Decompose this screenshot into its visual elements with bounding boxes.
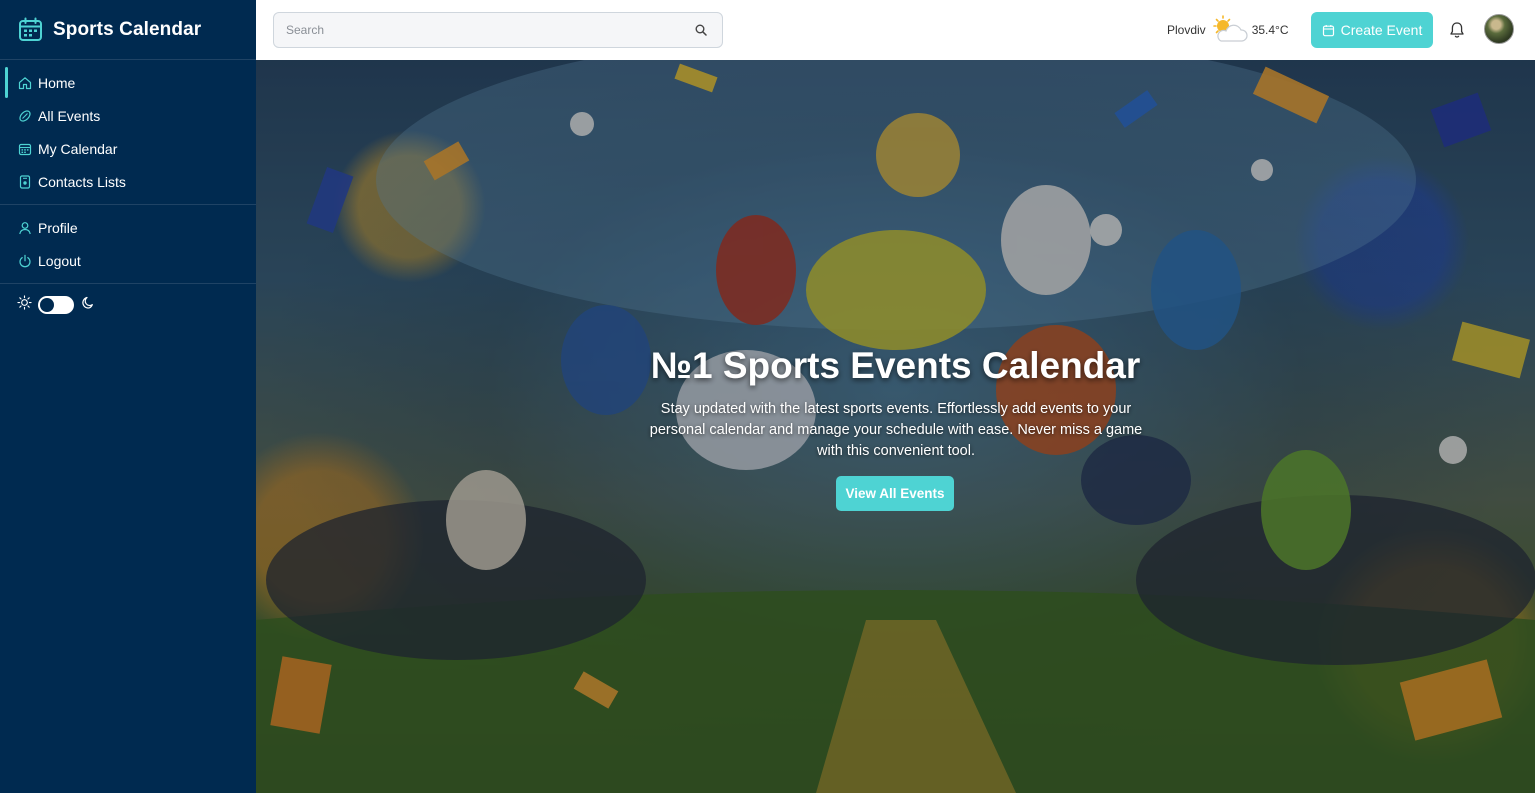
sidebar-item-label: My Calendar bbox=[38, 140, 118, 157]
create-event-button[interactable]: Create Event bbox=[1311, 12, 1433, 48]
hero-section: №1 Sports Events Calendar Stay updated w… bbox=[256, 60, 1535, 793]
sidebar-item-logout[interactable]: Logout bbox=[0, 244, 256, 277]
search-icon[interactable] bbox=[694, 23, 708, 37]
hero-title: №1 Sports Events Calendar bbox=[650, 345, 1141, 386]
search-box bbox=[273, 12, 723, 48]
sidebar-item-label: All Events bbox=[38, 107, 101, 124]
brand[interactable]: Sports Calendar bbox=[0, 0, 256, 60]
sidebar-item-label: Home bbox=[38, 74, 76, 91]
account-nav: Profile Logout bbox=[0, 205, 256, 284]
moon-icon bbox=[80, 296, 94, 315]
search-input[interactable] bbox=[274, 13, 694, 47]
partly-sunny-icon bbox=[1210, 15, 1248, 45]
avatar[interactable] bbox=[1484, 14, 1514, 44]
sidebar-item-profile[interactable]: Profile bbox=[0, 211, 256, 244]
sidebar-item-my-calendar[interactable]: My Calendar bbox=[0, 132, 256, 165]
sidebar-item-label: Logout bbox=[38, 252, 81, 269]
user-icon bbox=[18, 221, 32, 235]
view-all-events-button[interactable]: View All Events bbox=[836, 476, 954, 511]
sidebar-item-all-events[interactable]: All Events bbox=[0, 99, 256, 132]
sidebar-item-label: Contacts Lists bbox=[38, 173, 126, 190]
weather-city: Plovdiv bbox=[1167, 23, 1206, 37]
calendar-logo-icon bbox=[18, 17, 43, 42]
sidebar: Sports Calendar Home All Events My Calen… bbox=[0, 0, 256, 793]
calendar-icon bbox=[18, 142, 32, 156]
main-nav: Home All Events My Calendar Contacts Lis… bbox=[0, 60, 256, 205]
theme-switcher bbox=[0, 284, 256, 326]
create-event-label: Create Event bbox=[1340, 22, 1423, 38]
notification-bell-icon[interactable] bbox=[1449, 21, 1465, 39]
ball-icon bbox=[18, 109, 32, 123]
weather-widget: Plovdiv 35.4°C bbox=[1167, 12, 1289, 48]
power-icon bbox=[18, 254, 32, 268]
sidebar-item-contacts-lists[interactable]: Contacts Lists bbox=[0, 165, 256, 198]
toggle-knob bbox=[40, 298, 54, 312]
top-header: Plovdiv 35.4°C Create Event bbox=[256, 0, 1535, 60]
sidebar-item-label: Profile bbox=[38, 219, 78, 236]
home-icon bbox=[18, 76, 32, 90]
sun-icon bbox=[17, 295, 32, 315]
app-title: Sports Calendar bbox=[53, 18, 202, 40]
sidebar-item-home[interactable]: Home bbox=[0, 66, 256, 99]
weather-temperature: 35.4°C bbox=[1251, 23, 1289, 37]
calendar-plus-icon bbox=[1322, 24, 1335, 37]
hero-description: Stay updated with the latest sports even… bbox=[649, 401, 1143, 459]
theme-toggle[interactable] bbox=[38, 296, 74, 314]
contacts-icon bbox=[18, 174, 32, 189]
